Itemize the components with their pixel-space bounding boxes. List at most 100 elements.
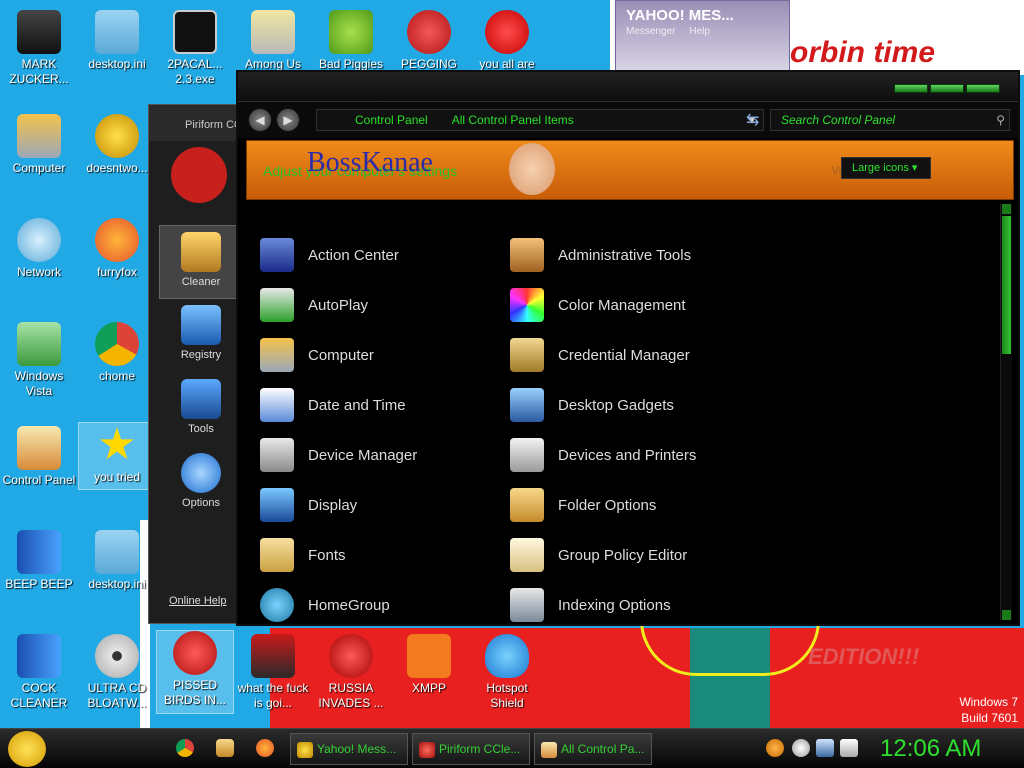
cp-item-device-manager[interactable]: Device Manager — [260, 430, 510, 480]
shield-icon — [485, 634, 529, 678]
cp-item-group-policy-editor[interactable]: Group Policy Editor — [510, 530, 760, 580]
breadcrumb-control-panel[interactable]: Control Panel — [355, 113, 428, 127]
desktop-icon[interactable]: desktop.ini — [78, 530, 156, 592]
fonts-folder-icon — [260, 538, 294, 572]
device-manager-icon — [260, 438, 294, 472]
refresh-icon[interactable]: ⇆ — [746, 110, 759, 130]
cp-item-color-management[interactable]: Color Management — [510, 280, 760, 330]
minimize-button[interactable] — [894, 84, 928, 93]
scroll-down-arrow[interactable] — [1002, 610, 1011, 620]
desktop-icon[interactable]: chome — [78, 322, 156, 384]
vertical-scrollbar[interactable] — [1000, 204, 1012, 620]
desktop-icon-selected[interactable]: ★ you tried — [78, 422, 156, 490]
ccleaner-nav-options[interactable]: Options — [159, 447, 243, 521]
desktop-icon-selected[interactable]: PISSED BIRDS IN... — [156, 630, 234, 714]
ccleaner-window[interactable]: Piriform CC Cleaner Registry Tools Optio… — [148, 104, 248, 624]
volume-icon[interactable] — [840, 739, 858, 757]
dev-cpp-icon — [485, 10, 529, 54]
ccleaner-nav-cleaner[interactable]: Cleaner — [159, 225, 243, 299]
os-build: Build 7601 — [961, 711, 1018, 725]
search-input[interactable]: Search Control Panel ⚲ — [770, 109, 1010, 131]
start-button[interactable] — [8, 731, 46, 767]
forward-button[interactable]: ▶ — [276, 108, 300, 132]
desktop-icon[interactable]: desktop.ini — [78, 10, 156, 72]
ccleaner-nav-registry[interactable]: Registry — [159, 299, 243, 373]
ccleaner-online-help-link[interactable]: Online Help — [169, 595, 226, 607]
cp-item-administrative-tools[interactable]: Administrative Tools — [510, 230, 760, 280]
homegroup-icon — [260, 588, 294, 622]
cp-item-homegroup[interactable]: HomeGroup — [260, 580, 510, 630]
desktop-icon[interactable]: Network — [0, 218, 78, 280]
breadcrumb-all-items[interactable]: All Control Panel Items — [452, 113, 574, 127]
settings-file-icon — [95, 10, 139, 54]
control-panel-items-grid: Action Center Administrative Tools AutoP… — [260, 230, 780, 630]
blue-book-icon — [17, 530, 61, 574]
yahoo-icon — [297, 742, 313, 758]
cp-item-devices-and-printers[interactable]: Devices and Printers — [510, 430, 760, 480]
cp-item-display[interactable]: Display — [260, 480, 510, 530]
navigation-bar: ◀ ▶ Control Panel All Control Panel Items… — [238, 102, 1018, 138]
monitor-icon — [260, 488, 294, 522]
network-tray-icon[interactable] — [816, 739, 834, 757]
desktop-icon[interactable]: doesntwo... — [78, 114, 156, 176]
cp-item-fonts[interactable]: Fonts — [260, 530, 510, 580]
desktop-icon[interactable]: RUSSIA INVADES ... — [312, 634, 390, 711]
desktop-icon[interactable]: Bad Piggies — [312, 10, 390, 72]
maximize-button[interactable] — [930, 84, 964, 93]
radiation-icon — [329, 634, 373, 678]
control-panel-window[interactable]: ◀ ▶ Control Panel All Control Panel Items… — [236, 70, 1020, 626]
close-button[interactable] — [966, 84, 1000, 93]
printer-icon — [510, 438, 544, 472]
tray-status-icon[interactable] — [792, 739, 810, 757]
cp-item-computer[interactable]: Computer — [260, 330, 510, 380]
desktop-icon[interactable]: 2PACAL... 2.3.exe — [156, 10, 234, 87]
yahoo-messenger-window[interactable]: YAHOO! MES... Messenger Help — [615, 0, 790, 72]
desktop-icon[interactable]: Hotspot Shield — [468, 634, 546, 711]
anime-face-image — [509, 143, 555, 195]
cp-item-date-and-time[interactable]: Date and Time — [260, 380, 510, 430]
taskbar-clock[interactable]: 12:06 AM — [880, 735, 981, 763]
registry-cubes-icon — [181, 305, 221, 345]
cp-item-desktop-gadgets[interactable]: Desktop Gadgets — [510, 380, 760, 430]
address-bar[interactable]: Control Panel All Control Panel Items ▾ — [316, 109, 764, 131]
cp-item-credential-manager[interactable]: Credential Manager — [510, 330, 760, 380]
autoplay-icon — [260, 288, 294, 322]
folder-icon[interactable] — [216, 739, 234, 757]
cp-item-action-center[interactable]: Action Center — [260, 230, 510, 280]
desktop-icon[interactable]: you all are — [468, 10, 546, 72]
yahoo-menu-messenger[interactable]: Messenger — [626, 26, 675, 37]
flag-icon — [260, 238, 294, 272]
desktop-icon[interactable]: what the fuck is goi... — [234, 634, 312, 711]
desktop-icon[interactable]: Computer — [0, 114, 78, 176]
yahoo-menu-help[interactable]: Help — [689, 26, 710, 37]
search-icon[interactable]: ⚲ — [996, 110, 1005, 130]
scroll-up-arrow[interactable] — [1002, 204, 1011, 214]
desktop-icon[interactable]: Windows Vista — [0, 322, 78, 399]
os-name: Windows 7 — [959, 695, 1018, 709]
taskbar-button-control-panel[interactable]: All Control Pa... — [534, 733, 652, 765]
desktop-icon[interactable]: furryfox — [78, 218, 156, 280]
desktop-icon[interactable]: COCK CLEANER — [0, 634, 78, 711]
back-button[interactable]: ◀ — [248, 108, 272, 132]
window-title-bar — [238, 72, 1018, 102]
ccleaner-icon — [419, 742, 435, 758]
desktop-icon[interactable]: Control Panel — [0, 426, 78, 488]
taskbar-button-yahoo[interactable]: Yahoo! Mess... — [290, 733, 408, 765]
chrome-icon[interactable] — [176, 739, 194, 757]
xampp-icon — [407, 634, 451, 678]
desktop-icon[interactable]: BEEP BEEP — [0, 530, 78, 592]
taskbar-button-ccleaner[interactable]: Piriform CCle... — [412, 733, 530, 765]
firefox-icon[interactable] — [256, 739, 274, 757]
desktop-icon[interactable]: PEGGING — [390, 10, 468, 72]
desktop-icon[interactable]: XMPP — [390, 634, 468, 696]
scrollbar-thumb[interactable] — [1002, 216, 1011, 354]
desktop-icon[interactable]: MARK ZUCKER... — [0, 10, 78, 87]
view-by-select[interactable]: Large icons ▾ — [841, 157, 931, 179]
tray-search-icon[interactable] — [766, 739, 784, 757]
cp-item-indexing-options[interactable]: Indexing Options — [510, 580, 760, 630]
desktop-icon[interactable]: ULTRA CD BLOATW... — [78, 634, 156, 711]
desktop-icon[interactable]: Among Us — [234, 10, 312, 72]
cp-item-folder-options[interactable]: Folder Options — [510, 480, 760, 530]
cp-item-autoplay[interactable]: AutoPlay — [260, 280, 510, 330]
ccleaner-nav-tools[interactable]: Tools — [159, 373, 243, 447]
